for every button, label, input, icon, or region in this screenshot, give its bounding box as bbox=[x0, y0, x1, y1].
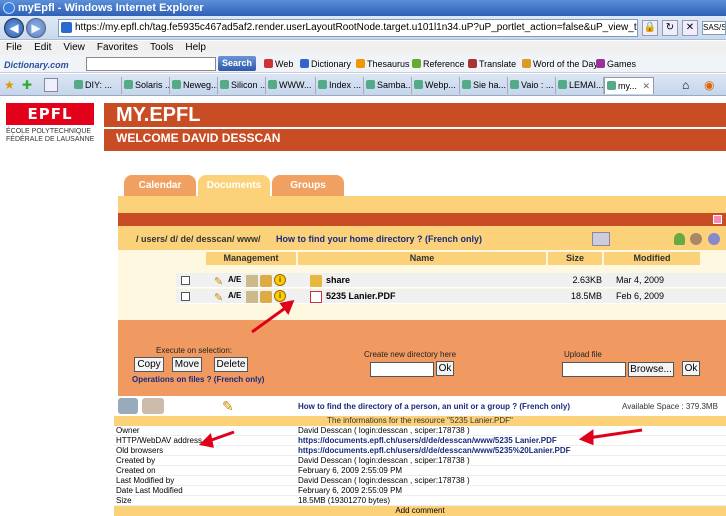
arrowhead-webdav-link bbox=[578, 429, 594, 446]
arrowhead-webdav-label bbox=[198, 432, 214, 448]
annotation-arrows bbox=[198, 299, 643, 448]
arrow-to-info-icon bbox=[251, 304, 289, 334]
arrow-to-webdav-link bbox=[587, 428, 643, 440]
